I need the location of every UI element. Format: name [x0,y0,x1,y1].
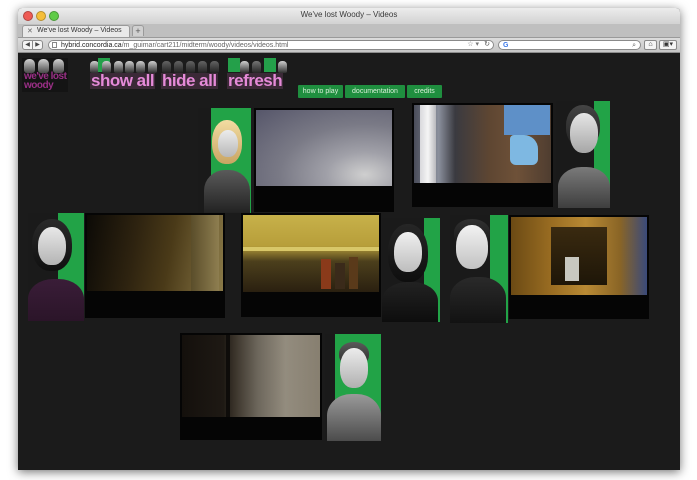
hide-all-button[interactable]: hide all [161,72,218,89]
character-portrait[interactable] [450,215,508,323]
navigation-toolbar: ◀ ▶ hybrid.concordia.ca/m_guimar/cart211… [18,38,680,53]
video-detail [420,105,436,183]
address-bar[interactable]: hybrid.concordia.ca/m_guimar/cart211/mid… [48,40,494,50]
url-text[interactable]: hybrid.concordia.ca/m_guimar/cart211/mid… [61,41,288,50]
show-all-button[interactable]: show all [90,72,156,89]
portrait-body [450,277,506,323]
home-icon: ⌂ [648,41,653,48]
magnifier-icon[interactable]: ⌕ [632,41,636,50]
video-detail [349,257,358,289]
video-detail [565,257,579,281]
video-tile[interactable] [241,213,381,317]
home-button[interactable]: ⌂ [644,40,657,50]
window-menu-icon: ▣▾ [662,41,674,48]
video-detail [504,105,550,135]
video-detail [226,335,230,417]
video-tile[interactable] [85,213,225,318]
portrait-body [382,282,438,322]
portrait-face [570,113,598,153]
search-field[interactable]: G ⌕ [498,40,641,50]
chevron-left-icon: ◀ [25,42,30,48]
title-bar: We've lost Woody – Videos [18,8,680,24]
video-tile[interactable] [180,333,322,440]
reload-icon[interactable]: ↻ [484,40,490,48]
google-icon[interactable]: G [503,41,508,50]
portrait-face [456,225,488,269]
portrait-body [204,170,250,213]
video-tile[interactable] [509,215,649,319]
video-frame [256,110,392,186]
portrait-body [28,279,84,321]
portrait-body [558,167,610,208]
page-content: we've lost woody show all hide all refre… [18,53,680,470]
portrait-face [218,130,238,157]
portrait-face [340,348,368,388]
video-detail [335,263,345,289]
video-frame [243,215,379,292]
chevron-right-icon: ▶ [35,42,40,48]
portrait-face [394,232,422,272]
site-logo[interactable]: we've lost woody [22,58,68,92]
portrait-face [38,227,66,265]
tab-label: We've lost Woody – Videos [37,27,122,34]
browser-window: We've lost Woody – Videos ✕ We've lost W… [18,8,680,470]
character-portrait[interactable] [198,108,251,213]
star-icon[interactable]: ☆ ▾ [467,40,479,48]
url-host: hybrid.concordia.ca [61,42,122,49]
nav-credits[interactable]: credits [407,85,442,98]
tab-close-icon[interactable]: ✕ [27,27,33,35]
character-portrait[interactable] [556,101,610,208]
url-path: /m_guimar/cart211/midterm/woody/videos/v… [121,42,289,49]
portrait-body [327,394,381,441]
video-tile[interactable] [254,108,394,212]
page-icon [52,42,57,48]
character-portrait[interactable] [382,218,440,322]
video-detail [243,247,379,251]
new-tab-button[interactable]: + [132,25,144,36]
nav-how-to-play[interactable]: how to play [298,85,343,98]
character-portrait[interactable] [325,334,381,441]
video-frame [414,105,551,183]
video-frame [182,335,320,417]
crowd-accent [228,58,240,72]
video-frame [87,215,223,291]
video-detail [510,135,538,165]
menu-button[interactable]: ▣▾ [659,40,677,50]
video-tile[interactable] [412,103,553,207]
video-detail [191,215,219,291]
character-portrait[interactable] [28,213,84,321]
forward-button[interactable]: ▶ [32,40,43,50]
window-title: We've lost Woody – Videos [300,10,398,19]
nav-documentation[interactable]: documentation [345,85,405,98]
crowd-accent [264,58,276,72]
logo-text: we've lost woody [24,71,67,91]
tab-videos[interactable]: ✕ We've lost Woody – Videos [22,25,130,37]
tab-strip: ✕ We've lost Woody – Videos + [18,24,680,38]
video-frame [511,217,647,295]
video-detail [321,259,331,289]
refresh-button[interactable]: refresh [227,72,284,89]
video-detail [551,227,607,285]
